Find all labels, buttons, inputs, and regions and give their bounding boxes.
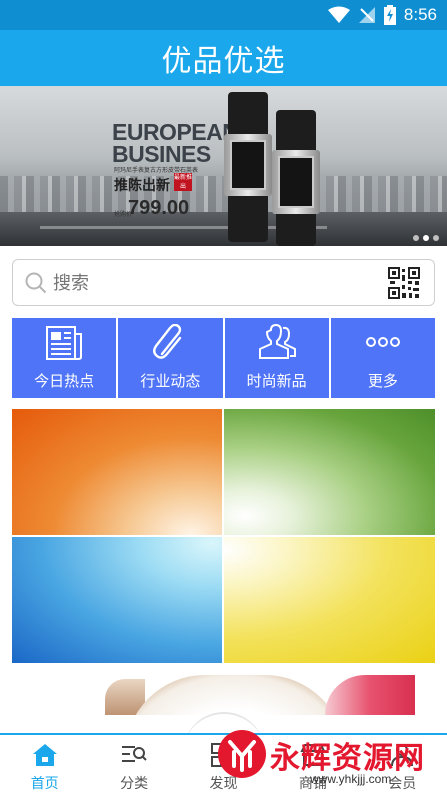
newspaper-icon bbox=[46, 326, 83, 360]
search-input[interactable] bbox=[53, 270, 373, 296]
paperclip-icon bbox=[153, 324, 182, 359]
carousel-dot-active[interactable] bbox=[423, 235, 429, 241]
watch-image-right bbox=[272, 110, 320, 246]
status-icons: 8:56 bbox=[327, 4, 437, 26]
category-label: 今日热点 bbox=[34, 372, 95, 390]
page-title: 优品优选 bbox=[161, 44, 286, 79]
watch-dial bbox=[125, 675, 345, 715]
home-icon bbox=[32, 744, 57, 766]
carousel-indicator bbox=[413, 235, 439, 241]
category-industry-news[interactable]: 行业动态 bbox=[118, 318, 223, 398]
feature-tile-green[interactable] bbox=[224, 409, 435, 535]
category-more[interactable]: 更多 bbox=[330, 318, 435, 398]
category-label: 时尚新品 bbox=[246, 372, 307, 390]
feature-tile-orange[interactable] bbox=[12, 409, 222, 535]
signal-icon bbox=[358, 7, 375, 23]
category-fashion-new[interactable]: 时尚新品 bbox=[224, 318, 329, 398]
watermark-url: www.yhkjjj.com bbox=[310, 772, 392, 786]
watch-band bbox=[325, 675, 415, 715]
app-header: 优品优选 bbox=[0, 30, 447, 86]
watch-image-left bbox=[224, 92, 272, 242]
category-menu: 今日热点 行业动态 时尚新品 更多 bbox=[12, 318, 435, 398]
category-today-hot[interactable]: 今日热点 bbox=[12, 318, 117, 398]
wifi-icon bbox=[327, 6, 350, 23]
banner-carousel[interactable]: EUROPEAN BUSINES 阿玛尼手表复古方形皮带石英表 推陈出新 最新推… bbox=[0, 86, 447, 246]
banner-price: 799.00 bbox=[128, 197, 190, 219]
banner-promo: 推陈出新 bbox=[114, 178, 170, 194]
battery-charging-icon bbox=[383, 5, 396, 25]
tab-home[interactable]: 首页 bbox=[0, 735, 89, 794]
product-image-watch[interactable] bbox=[105, 675, 415, 715]
feature-tile-blue[interactable] bbox=[12, 537, 222, 663]
carousel-dot[interactable] bbox=[413, 235, 419, 241]
more-dots-icon bbox=[365, 337, 400, 347]
watermark-logo bbox=[218, 730, 266, 778]
category-search-icon bbox=[122, 746, 147, 762]
status-bar: 8:56 bbox=[0, 0, 447, 30]
watermark-text: 永辉资源网 bbox=[270, 741, 425, 776]
users-icon bbox=[258, 324, 296, 359]
category-label: 更多 bbox=[367, 372, 398, 390]
banner-headline-2: BUSINES bbox=[112, 141, 211, 167]
feature-tile-yellow[interactable] bbox=[224, 537, 435, 663]
search-bar[interactable] bbox=[12, 259, 435, 306]
carousel-dot[interactable] bbox=[433, 235, 439, 241]
banner-road bbox=[0, 212, 447, 246]
category-label: 行业动态 bbox=[140, 372, 201, 390]
banner-tag: 最新推出 bbox=[174, 173, 193, 191]
tab-category[interactable]: 分类 bbox=[89, 735, 178, 794]
feature-grid bbox=[12, 409, 435, 663]
qr-code-icon[interactable] bbox=[388, 267, 420, 299]
search-icon bbox=[25, 272, 47, 294]
tab-label: 分类 bbox=[120, 776, 149, 792]
tab-label: 首页 bbox=[30, 776, 59, 792]
status-time: 8:56 bbox=[403, 5, 437, 24]
watermark-logo-mark bbox=[228, 740, 256, 772]
